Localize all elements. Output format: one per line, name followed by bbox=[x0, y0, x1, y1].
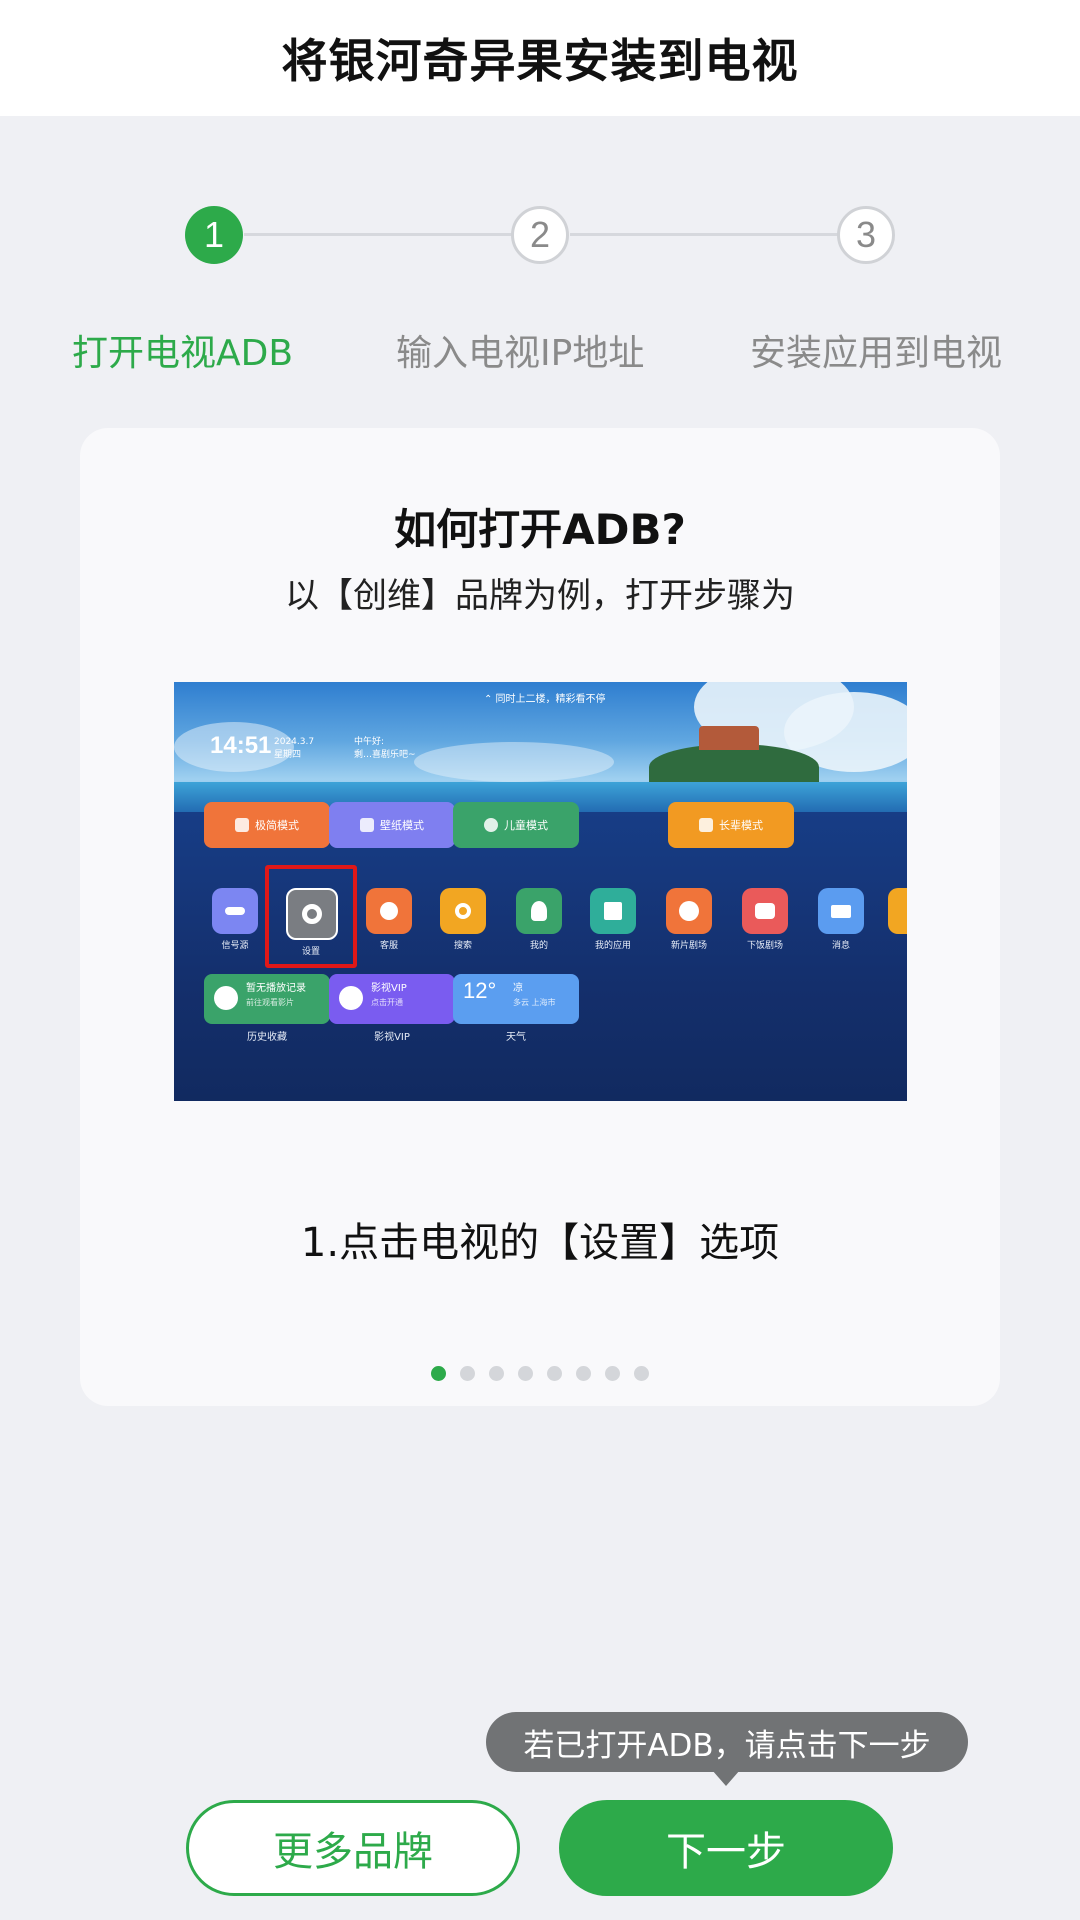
tv-mode-label: 极简模式 bbox=[255, 819, 299, 832]
tv-mode-minimal: 极简模式 bbox=[204, 802, 330, 848]
film-reel-icon bbox=[666, 888, 712, 934]
pagination-dot[interactable] bbox=[431, 1366, 446, 1381]
tv-tile-vip: 影视VIP 点击开通 bbox=[329, 974, 455, 1024]
tv-date-value: 2024.3.7 bbox=[274, 737, 315, 747]
settings-highlight-box bbox=[265, 865, 357, 968]
tv-greeting: 中午好: 剩…喜剧乐吧~ bbox=[354, 736, 416, 762]
pagination-dot[interactable] bbox=[460, 1366, 475, 1381]
grid-icon bbox=[590, 888, 636, 934]
tv-date: 2024.3.7 星期四 bbox=[274, 736, 314, 762]
next-step-tooltip: 若已打开ADB，请点击下一步 bbox=[486, 1712, 968, 1772]
tv-app-label: 搜索 bbox=[453, 941, 472, 951]
tv-mode-label: 长辈模式 bbox=[719, 819, 763, 832]
pagination-dot[interactable] bbox=[576, 1366, 591, 1381]
child-face-icon bbox=[484, 818, 498, 832]
step-1-indicator: 1 bbox=[185, 206, 243, 264]
tv-mode-label: 儿童模式 bbox=[504, 819, 548, 832]
user-icon bbox=[516, 888, 562, 934]
cup-icon bbox=[699, 818, 713, 832]
rocket-icon bbox=[235, 818, 249, 832]
tv-app-label: 我的应用 bbox=[594, 941, 631, 951]
tv-tile-label: 影视VIP bbox=[374, 1032, 410, 1043]
pagination-dot[interactable] bbox=[518, 1366, 533, 1381]
tv-app-myapps: 我的应用 bbox=[588, 888, 638, 951]
image-icon bbox=[360, 818, 374, 832]
card-subtitle: 以【创维】品牌为例，打开步骤为 bbox=[285, 576, 795, 616]
partial-app-icon bbox=[888, 888, 907, 934]
tv-app-label: 客服 bbox=[379, 941, 398, 951]
tv-notice: ⌃ 同时上二楼，精彩看不停 bbox=[484, 694, 606, 705]
page-title: 将银河奇异果安装到电视 bbox=[281, 34, 799, 88]
tooltip-arrow bbox=[712, 1770, 740, 1786]
tv-tile-weather: 12° 凉 多云 上海市 bbox=[453, 974, 579, 1024]
tv-weekday: 星期四 bbox=[274, 750, 302, 760]
mail-icon bbox=[818, 888, 864, 934]
tv-app-dinner-theater: 下饭剧场 bbox=[740, 888, 790, 951]
tv-mode-wallpaper: 壁纸模式 bbox=[329, 802, 455, 848]
tv-app-label: 下饭剧场 bbox=[746, 941, 783, 951]
step-2-indicator: 2 bbox=[511, 206, 569, 264]
tv-tile-label: 天气 bbox=[506, 1032, 526, 1043]
step-3-indicator: 3 bbox=[837, 206, 895, 264]
tv-greeting-sub: 剩…喜剧乐吧~ bbox=[354, 750, 416, 760]
card-title: 如何打开ADB? bbox=[394, 505, 686, 554]
tv-app-label: 新片剧场 bbox=[670, 941, 707, 951]
pagination-dot[interactable] bbox=[547, 1366, 562, 1381]
pagination-dots[interactable] bbox=[80, 1366, 1000, 1381]
step-3-label: 安装应用到电视 bbox=[750, 333, 1003, 374]
headset-icon bbox=[366, 888, 412, 934]
pagination-dot[interactable] bbox=[605, 1366, 620, 1381]
pagination-dot[interactable] bbox=[634, 1366, 649, 1381]
tile-subtitle: 点击开通 bbox=[371, 998, 403, 1007]
tv-app-source: 信号源 bbox=[210, 888, 260, 951]
tv-app-new-movies: 新片剧场 bbox=[664, 888, 714, 951]
weather-temp: 12° bbox=[463, 978, 497, 1003]
step-caption: 1.点击电视的【设置】选项 bbox=[300, 1220, 780, 1266]
diamond-heart-icon bbox=[339, 986, 363, 1010]
house-illustration bbox=[699, 726, 759, 750]
step-connector bbox=[570, 233, 838, 236]
step-labels: 打开电视ADB 输入电视IP地址 安装应用到电视 bbox=[0, 324, 1080, 374]
tv-screenshot: ⌃ 同时上二楼，精彩看不停 14:51 2024.3.7 星期四 中午好: 剩…… bbox=[174, 682, 907, 1101]
tv-icon bbox=[742, 888, 788, 934]
tv-app-profile: 我的 bbox=[514, 888, 564, 951]
pagination-dot[interactable] bbox=[489, 1366, 504, 1381]
tv-mode-kids: 儿童模式 bbox=[453, 802, 579, 848]
instruction-card[interactable]: 如何打开ADB? 以【创维】品牌为例，打开步骤为 ⌃ 同时上二楼，精彩看不停 1… bbox=[80, 428, 1000, 1406]
tv-app-label: 信号源 bbox=[221, 941, 249, 951]
step-1-label: 打开电视ADB bbox=[72, 333, 294, 374]
step-2-label: 输入电视IP地址 bbox=[396, 333, 645, 374]
tile-subtitle: 前往观看影片 bbox=[246, 998, 294, 1007]
tv-app-search: 搜索 bbox=[438, 888, 488, 951]
tile-title: 凉 bbox=[513, 983, 523, 994]
page-header: 将银河奇异果安装到电视 bbox=[0, 0, 1080, 116]
tv-tile-history: 暂无播放记录 前往观看影片 bbox=[204, 974, 330, 1024]
tv-greeting-text: 中午好: bbox=[354, 737, 385, 747]
tile-subtitle: 多云 上海市 bbox=[513, 998, 556, 1007]
step-connector bbox=[244, 233, 512, 236]
more-brands-button[interactable]: 更多品牌 bbox=[186, 1800, 520, 1896]
tv-tile-label: 历史收藏 bbox=[247, 1032, 287, 1043]
tv-app-messages: 消息 bbox=[816, 888, 866, 951]
tv-mode-label: 壁纸模式 bbox=[380, 819, 424, 832]
clock-icon bbox=[214, 986, 238, 1010]
tile-title: 影视VIP bbox=[371, 983, 407, 994]
tile-title: 暂无播放记录 bbox=[246, 983, 306, 994]
tv-app-service: 客服 bbox=[364, 888, 414, 951]
hdmi-icon bbox=[212, 888, 258, 934]
tv-app-label: 我的 bbox=[529, 941, 548, 951]
next-step-button[interactable]: 下一步 bbox=[559, 1800, 893, 1896]
tv-clock: 14:51 bbox=[210, 732, 272, 759]
search-icon bbox=[440, 888, 486, 934]
stepper: 1 2 3 bbox=[0, 200, 1080, 270]
tv-app-label: 消息 bbox=[831, 941, 850, 951]
tv-mode-elder: 长辈模式 bbox=[668, 802, 794, 848]
